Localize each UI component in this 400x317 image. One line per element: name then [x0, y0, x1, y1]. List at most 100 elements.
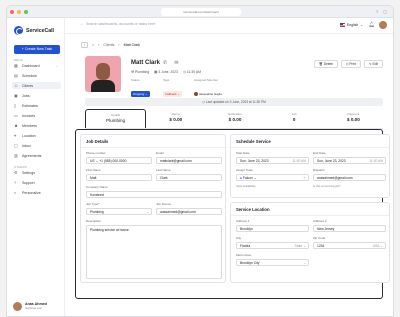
tab-job[interactable]: Job 0 [265, 109, 324, 128]
browser-chrome: servicecall.com/dashboard ⇪ ▢ [7, 6, 393, 18]
job-source-field[interactable]: anasahmed@gmail.com [156, 208, 222, 215]
header-avatar[interactable] [379, 21, 387, 29]
breadcrumb-current: Matt Clark [123, 43, 140, 47]
chevron-down-icon: ⌄ [303, 261, 306, 265]
details-panel: Job Details Phone number US ⌄ +1 (555) 0… [75, 129, 390, 299]
tabs-icon[interactable]: ▢ [383, 9, 387, 14]
notification-bell-icon[interactable]: 🔔︎ [369, 22, 375, 28]
view-availability-link[interactable]: View availability [236, 184, 256, 188]
sidebar: ServiceCall + Create New Task MENU OTHER… [7, 18, 65, 316]
company-field[interactable]: Konstrest [86, 191, 222, 198]
tag-badge[interactable]: Callback ⌄ [163, 91, 182, 97]
minimize-window-button[interactable] [17, 9, 21, 14]
search-input[interactable]: ⌕ Search dashboards, accounts or tasks he… [81, 22, 155, 26]
first-name-label: First Name [86, 168, 101, 172]
sidebar-item-invoices[interactable]: ▭ Invoices [12, 112, 61, 119]
assign-team-select[interactable]: ● Falcon ⌄ ＋ [236, 174, 309, 181]
tab-details[interactable]: Details Plumbing [85, 109, 147, 128]
tab-estimates[interactable]: Estimates $ 0.00 [205, 109, 264, 128]
schedule-title: Schedule Service [236, 139, 271, 144]
email-field[interactable]: mattclark@gmail.com [156, 157, 222, 164]
city-label: City [236, 236, 242, 240]
sidebar-item-members[interactable]: ☻ Members [12, 122, 61, 129]
tab-title: Job [291, 112, 297, 116]
wrench-icon: ⚒ [131, 70, 135, 74]
description-field[interactable]: Plumbing service at house. [86, 225, 222, 279]
metro-select[interactable]: Brooklyn City ⌄ [236, 259, 309, 266]
client-name: Matt Clark [131, 60, 161, 66]
sidebar-item-clients[interactable]: ☺ Clients [12, 82, 61, 89]
app-window: servicecall.com/dashboard ⇪ ▢ ServiceCal… [6, 5, 394, 317]
end-date-field[interactable]: Sun, June 23, 2023 11:30 AM [313, 157, 386, 164]
address1-field[interactable]: Brooklyn [236, 225, 309, 232]
sidebar-item-personalize[interactable]: ◐ Personalize [12, 189, 61, 196]
job-type-select[interactable]: Plumbing ⌄ [86, 208, 152, 215]
palette-icon: ◐ [14, 190, 17, 195]
search-icon: ⌕ [81, 22, 84, 26]
calendar-icon: ▦ [154, 70, 158, 74]
client-category: Plumbing [135, 70, 150, 74]
last-updated-bar: ◷ Last updated on 3 June, 2023 at 11:30 … [85, 98, 383, 106]
home-icon[interactable]: ⌂ [92, 43, 94, 47]
sidebar-item-location[interactable]: ⌖ Location [12, 132, 61, 139]
chevron-down-icon: ⌄ [360, 23, 363, 27]
sidebar-item-estimates[interactable]: ▯ Estimates [12, 102, 61, 109]
sidebar-item-label: Invoices [22, 113, 36, 118]
print-button[interactable]: ⎙ Print [340, 60, 361, 68]
gear-icon: ⚙ [14, 170, 18, 175]
city-field[interactable]: Florida State ⌄ [236, 242, 309, 249]
sidebar-item-settings[interactable]: ⚙ Settings [12, 169, 61, 176]
help-icon: ? [14, 180, 17, 185]
last-name-field[interactable]: Clark [156, 174, 222, 181]
sidebar-item-inbox[interactable]: ▢ Inbox [12, 142, 61, 149]
tab-payment[interactable]: Payment $ 0.00 [324, 109, 383, 128]
first-name-field[interactable]: Matt [86, 174, 152, 181]
app-logo[interactable]: ServiceCall [14, 26, 54, 35]
create-task-button[interactable]: + Create New Task [14, 45, 60, 54]
share-icon[interactable]: ⇪ [376, 9, 379, 14]
close-window-button[interactable] [10, 9, 14, 14]
call-icon[interactable]: ✆ [163, 60, 167, 66]
edit-button[interactable]: ✎ Edit [363, 60, 383, 68]
status-badge[interactable]: Ongoing ⌄ [131, 91, 150, 97]
sidebar-item-jobs[interactable]: ▣ Jobs [12, 92, 61, 99]
us-flag-icon [340, 23, 346, 27]
sidebar-item-dashboard[interactable]: ▦ Dashboard ⌄ [12, 62, 61, 69]
sidebar-item-agreements[interactable]: ▥ Agreements [12, 152, 61, 159]
avatar [13, 301, 22, 311]
address-bar[interactable]: servicecall.com/dashboard [161, 8, 241, 16]
top-bar: ⌕ Search dashboards, accounts or tasks he… [65, 18, 393, 34]
sidebar-item-label: Personalize [22, 190, 41, 195]
zip-field[interactable]: 1234 USA ⌄ [313, 242, 386, 249]
assigned-member[interactable]: Jacqueline Gayle [194, 91, 224, 97]
recurring-job-toggle[interactable]: Is this a recurring job? [313, 184, 341, 188]
user-profile[interactable]: Anas Ahmed hi@anas.com [13, 300, 61, 312]
phone-field[interactable]: US ⌄ +1 (555) 000-0000 [86, 157, 152, 164]
job-source-label: Job Source [156, 202, 172, 206]
start-date-field[interactable]: Sun, June 23, 2023 11:30 AM [236, 157, 309, 164]
clock-icon: ◷ [182, 70, 186, 74]
app-name: ServiceCall [26, 27, 54, 34]
tags-label: Tags [163, 78, 170, 82]
tab-items[interactable]: Items $ 0.00 [146, 109, 205, 128]
company-label: Company Name [86, 185, 108, 189]
address2-field[interactable]: New Jersey [313, 225, 386, 232]
tab-value: $ 0.00 [169, 117, 183, 122]
delete-button[interactable]: 🗑︎ Delete [313, 60, 338, 68]
zip-label: Zip Code [313, 236, 326, 240]
tab-title: Estimates [228, 112, 242, 116]
email-label: Email [156, 151, 164, 155]
dispatch-field[interactable]: anasahmed@gmail.com [313, 174, 386, 181]
sidebar-item-schedule[interactable]: ▤ Schedule [12, 72, 61, 79]
tab-value: $ 0.00 [347, 117, 360, 122]
language-selector[interactable]: English ⌄ [340, 23, 363, 27]
maximize-window-button[interactable] [24, 9, 28, 14]
summary-tabs: Details Plumbing Items $ 0.00 Estimates $ 0.0… [85, 109, 383, 129]
back-button[interactable]: ‹ [81, 42, 88, 48]
chat-icon[interactable]: ✉ [174, 60, 178, 66]
client-time: 11:30 AM [186, 70, 201, 74]
breadcrumb-clients[interactable]: Clients [103, 43, 114, 47]
sidebar-item-label: Estimates [22, 103, 38, 108]
calendar-icon: ▤ [14, 73, 18, 78]
sidebar-item-support[interactable]: ? Support [12, 179, 61, 186]
